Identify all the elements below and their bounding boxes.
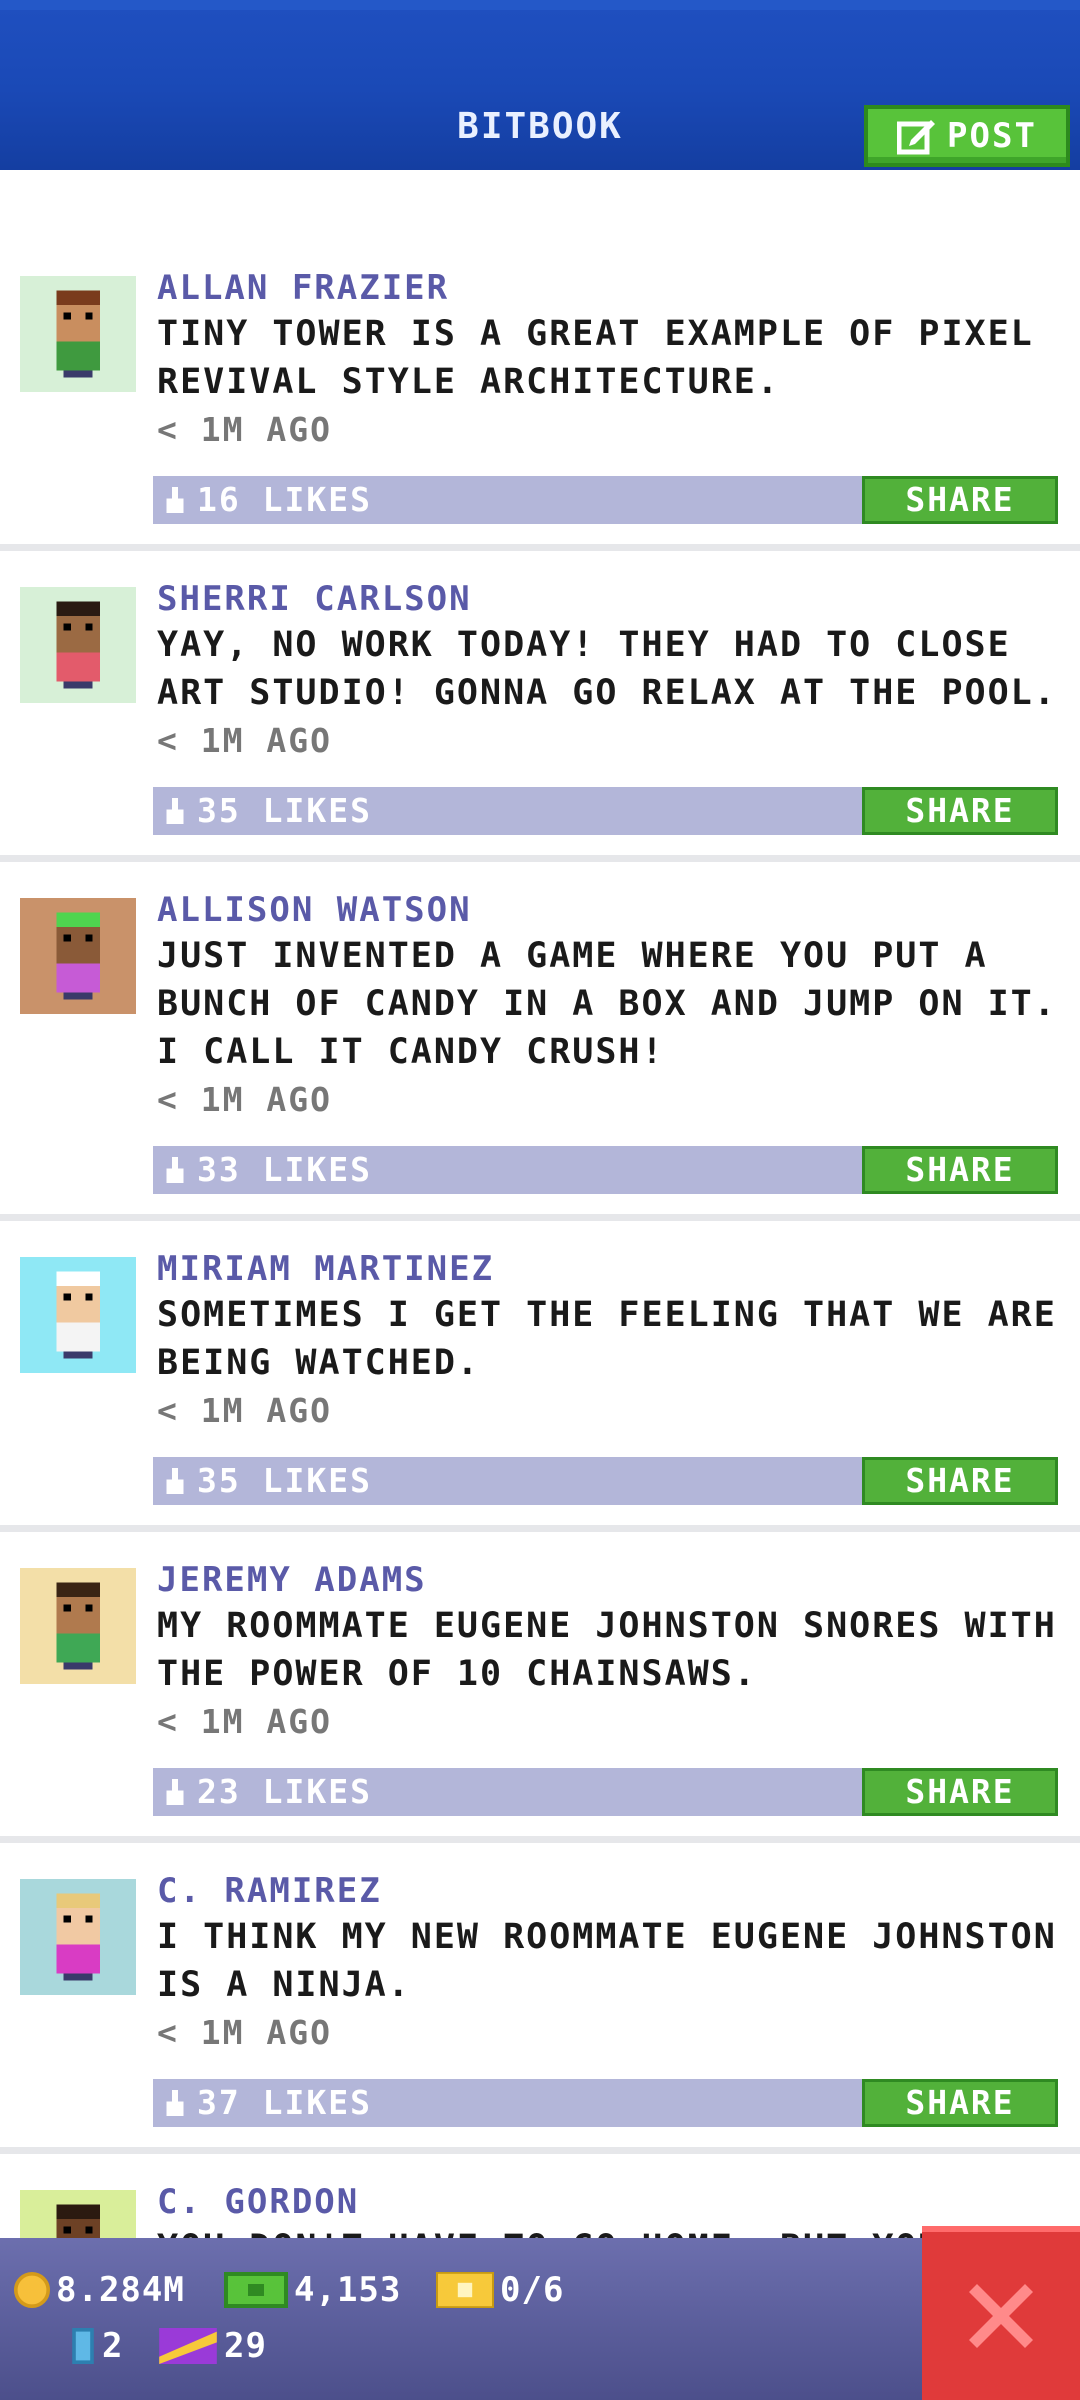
vip-value: 29: [224, 2326, 267, 2366]
avatar-icon: [20, 276, 136, 392]
post-actions-bar: 16 LIKES SHARE: [153, 476, 1058, 524]
thumbs-up-icon: [166, 1157, 184, 1183]
avatar[interactable]: [20, 587, 136, 703]
post-author[interactable]: C. RAMIREZ: [157, 1869, 1058, 1913]
status-bar: 8.284M 4,153 0/6 2 29: [0, 2238, 1080, 2400]
likes-count: 16 LIKES: [197, 480, 372, 519]
post-button[interactable]: POST: [864, 105, 1070, 167]
post-message: SOMETIMES I GET THE FEELING THAT WE ARE …: [157, 1295, 1057, 1383]
ticket-icon: [436, 2272, 494, 2308]
feed-post: ALLAN FRAZIER TINY TOWER IS A GREAT EXAMP…: [0, 240, 1080, 551]
avatar-icon: [20, 1257, 136, 1373]
feed-post: JEREMY ADAMS MY ROOMMATE EUGENE JOHNSTON …: [0, 1532, 1080, 1843]
thumbs-up-icon: [166, 1779, 184, 1805]
share-button[interactable]: SHARE: [862, 2079, 1058, 2127]
like-button[interactable]: 16 LIKES: [163, 476, 372, 524]
post-author[interactable]: MIRIAM MARTINEZ: [157, 1247, 1058, 1291]
feed-post: ALLISON WATSON JUST INVENTED A GAME WHERE…: [0, 862, 1080, 1221]
post-message: MY ROOMMATE EUGENE JOHNSTON SNORES WITH …: [157, 1606, 1057, 1694]
thumbs-up-icon: [166, 798, 184, 824]
likes-count: 35 LIKES: [197, 791, 372, 830]
feed-post: SHERRI CARLSON YAY, NO WORK TODAY! THEY H…: [0, 551, 1080, 862]
post-actions-bar: 35 LIKES SHARE: [153, 1457, 1058, 1505]
elevator-stat: 2: [70, 2326, 123, 2366]
post-time: < 1M AGO: [157, 721, 332, 760]
post-actions-bar: 23 LIKES SHARE: [153, 1768, 1058, 1816]
vip-stat: 29: [158, 2326, 267, 2366]
post-message: JUST INVENTED A GAME WHERE YOU PUT A BUN…: [157, 936, 1057, 1072]
feed-post: MIRIAM MARTINEZ SOMETIMES I GET THE FEELI…: [0, 1221, 1080, 1532]
avatar-icon: [20, 1568, 136, 1684]
thumbs-up-icon: [166, 2090, 184, 2116]
post-message: I THINK MY NEW ROOMMATE EUGENE JOHNSTON …: [157, 1917, 1057, 2005]
like-button[interactable]: 33 LIKES: [163, 1146, 372, 1194]
post-actions-bar: 35 LIKES SHARE: [153, 787, 1058, 835]
avatar-icon: [20, 587, 136, 703]
post-time: < 1M AGO: [157, 1391, 332, 1430]
bux-stat: 4,153: [224, 2270, 401, 2310]
like-button[interactable]: 23 LIKES: [163, 1768, 372, 1816]
thumbs-up-icon: [166, 1468, 184, 1494]
feed-list[interactable]: ALLAN FRAZIER TINY TOWER IS A GREAT EXAMP…: [0, 240, 1080, 2395]
compose-icon: [897, 120, 936, 155]
post-author[interactable]: JEREMY ADAMS: [157, 1558, 1058, 1602]
tickets-value: 0/6: [500, 2270, 565, 2310]
bux-value: 4,153: [294, 2270, 402, 2310]
likes-count: 23 LIKES: [197, 1772, 372, 1811]
post-actions-bar: 37 LIKES SHARE: [153, 2079, 1058, 2127]
coin-icon: [14, 2272, 50, 2308]
likes-count: 33 LIKES: [197, 1150, 372, 1189]
post-time: < 1M AGO: [157, 2013, 332, 2052]
tickets-stat: 0/6: [436, 2270, 564, 2310]
app-header: BITBOOK POST: [0, 0, 1080, 170]
elevator-value: 2: [102, 2326, 124, 2366]
avatar-icon: [20, 898, 136, 1014]
post-actions-bar: 33 LIKES SHARE: [153, 1146, 1058, 1194]
like-button[interactable]: 35 LIKES: [163, 1457, 372, 1505]
post-time: < 1M AGO: [157, 1080, 332, 1119]
post-author[interactable]: C. GORDON: [157, 2180, 1058, 2224]
share-button[interactable]: SHARE: [862, 476, 1058, 524]
share-button[interactable]: SHARE: [862, 787, 1058, 835]
likes-count: 35 LIKES: [197, 1461, 372, 1500]
share-button[interactable]: SHARE: [862, 1457, 1058, 1505]
avatar[interactable]: [20, 1879, 136, 1995]
coins-value: 8.284M: [56, 2270, 185, 2310]
bux-icon: [224, 2272, 288, 2308]
likes-count: 37 LIKES: [197, 2083, 372, 2122]
post-message: TINY TOWER IS A GREAT EXAMPLE OF PIXEL R…: [157, 314, 1034, 402]
close-icon: [969, 2284, 1033, 2348]
post-button-label: POST: [947, 116, 1037, 156]
vip-icon: [159, 2328, 217, 2364]
elevator-icon: [72, 2328, 94, 2364]
avatar[interactable]: [20, 276, 136, 392]
avatar[interactable]: [20, 1568, 136, 1684]
share-button[interactable]: SHARE: [862, 1146, 1058, 1194]
post-author[interactable]: SHERRI CARLSON: [157, 577, 1058, 621]
post-author[interactable]: ALLISON WATSON: [157, 888, 1058, 932]
feed-post: C. RAMIREZ I THINK MY NEW ROOMMATE EUGENE…: [0, 1843, 1080, 2154]
post-message: YAY, NO WORK TODAY! THEY HAD TO CLOSE AR…: [157, 625, 1057, 713]
share-button[interactable]: SHARE: [862, 1768, 1058, 1816]
coins-stat: 8.284M: [14, 2270, 185, 2310]
avatar-icon: [20, 1879, 136, 1995]
post-time: < 1M AGO: [157, 1702, 332, 1741]
post-author[interactable]: ALLAN FRAZIER: [157, 266, 1058, 310]
post-time: < 1M AGO: [157, 410, 332, 449]
close-button[interactable]: [922, 2226, 1080, 2400]
like-button[interactable]: 35 LIKES: [163, 787, 372, 835]
avatar[interactable]: [20, 898, 136, 1014]
thumbs-up-icon: [166, 487, 184, 513]
avatar[interactable]: [20, 1257, 136, 1373]
like-button[interactable]: 37 LIKES: [163, 2079, 372, 2127]
